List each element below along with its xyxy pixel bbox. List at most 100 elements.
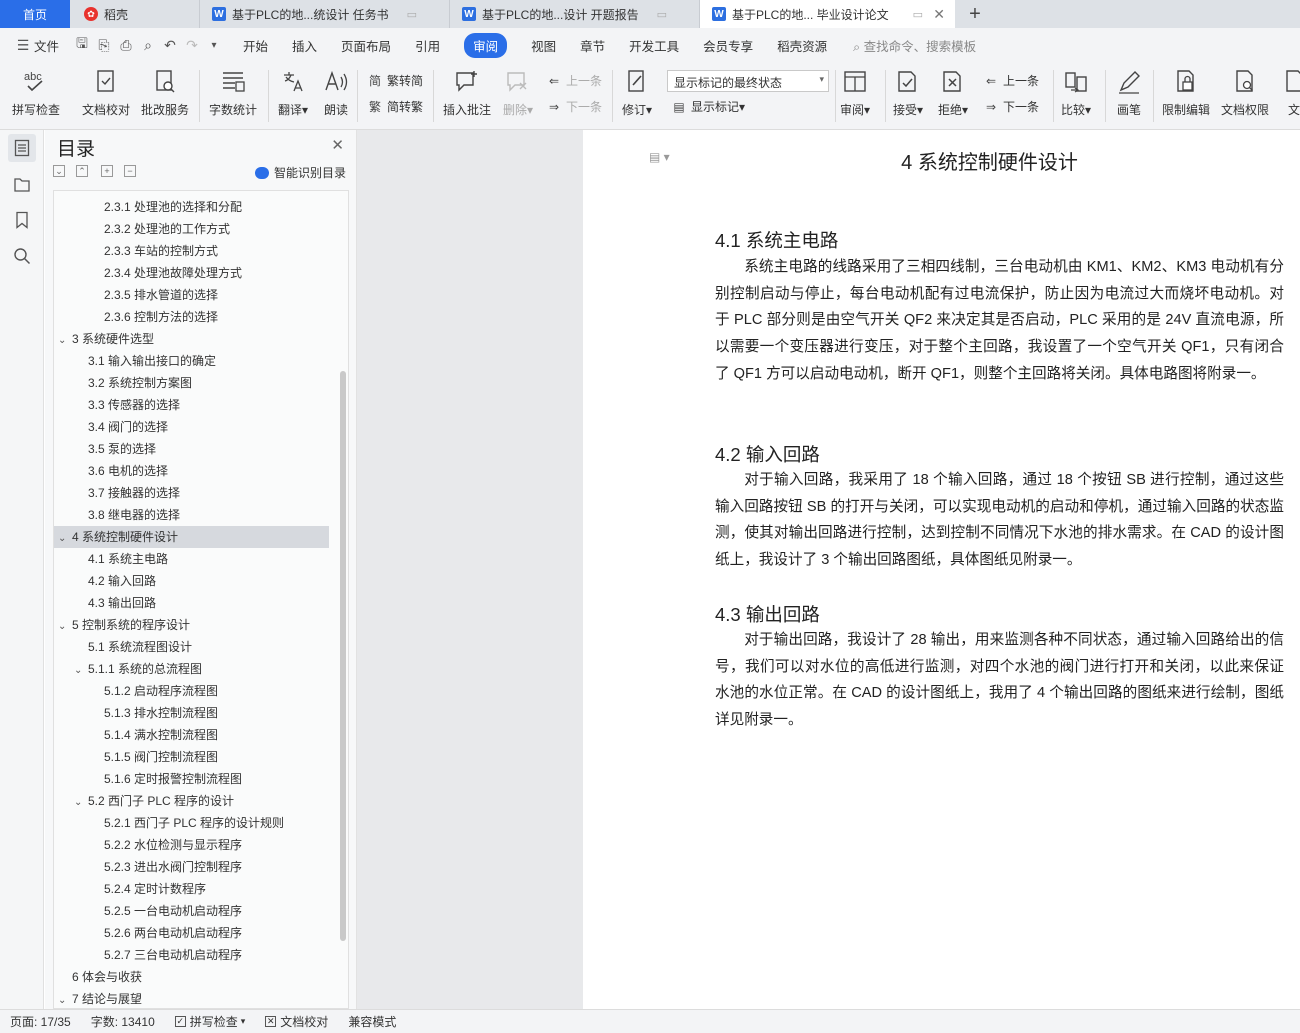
undo-icon[interactable]: ↶ [161, 36, 179, 54]
toc-item[interactable]: 5.2.4 定时计数程序 [54, 878, 329, 900]
menu-chapter[interactable]: 章节 [568, 28, 617, 62]
monitor-icon[interactable]: ▭ [913, 8, 923, 21]
review-pane-button[interactable]: 审阅▾ [840, 68, 870, 118]
wordcount-button[interactable]: 字数统计 [209, 68, 257, 118]
toc-item[interactable]: 6 体会与收获 [54, 966, 329, 988]
toc-item[interactable]: 2.3.4 处理池故障处理方式 [54, 262, 329, 284]
spellcheck-button[interactable]: abc 拼写检查 [12, 68, 60, 118]
toc-item[interactable]: 5.2.7 三台电动机启动程序 [54, 944, 329, 966]
insert-comment-button[interactable]: 插入批注 [443, 68, 491, 118]
accept-button[interactable]: 接受▾ [893, 68, 923, 118]
toc-item[interactable]: 5.1 系统流程图设计 [54, 636, 329, 658]
file-menu[interactable]: ☰ 文件 [0, 28, 71, 62]
close-icon[interactable]: ✕ [331, 136, 344, 154]
expand-level-icon[interactable]: ⌃ [76, 165, 88, 177]
monitor-icon[interactable]: ▭ [407, 8, 417, 21]
batch-service-button[interactable]: 批改服务 [141, 68, 189, 118]
prev-comment-button[interactable]: ⇐ 上一条 [546, 72, 602, 89]
chevron-down-icon[interactable]: ⌄ [58, 528, 70, 550]
toc-item[interactable]: 2.3.6 控制方法的选择 [54, 306, 329, 328]
read-aloud-button[interactable]: 朗读 [322, 68, 350, 118]
toc-item[interactable]: ⌄ 5.1.1 系统的总流程图 [54, 658, 329, 680]
toc-item[interactable]: ⌄ 5.2 西门子 PLC 程序的设计 [54, 790, 329, 812]
word-count[interactable]: 字数: 13410 [81, 1013, 165, 1030]
toc-item[interactable]: 3.4 阀门的选择 [54, 416, 329, 438]
tab-home[interactable]: 首页 [0, 0, 70, 28]
menu-review[interactable]: 审阅 [452, 28, 519, 62]
next-comment-button[interactable]: ⇒ 下一条 [546, 98, 602, 115]
close-tab-icon[interactable]: ✕ [933, 6, 945, 23]
spell-check-toggle[interactable]: ✓ 拼写检查 ▾ [165, 1013, 256, 1030]
tab-task-book[interactable]: W 基于PLC的地...统设计 任务书 ▭ [200, 0, 450, 28]
smart-toc-button[interactable]: 智能识别目录 [254, 164, 346, 181]
chevron-down-icon[interactable]: ⌄ [58, 330, 70, 352]
tab-daoke[interactable]: ✿ 稻壳 [70, 0, 200, 28]
toc-item[interactable]: 5.1.3 排水控制流程图 [54, 702, 329, 724]
toc-item[interactable]: 3.3 传感器的选择 [54, 394, 329, 416]
proofread-button[interactable]: 文档校对 [82, 68, 130, 118]
prev-change-button[interactable]: ⇐ 上一条 [983, 72, 1039, 89]
remove-heading-icon[interactable]: − [124, 165, 136, 177]
toc-item[interactable]: 4.2 输入回路 [54, 570, 329, 592]
markup-state-select[interactable]: 显示标记的最终状态 ▾ [667, 70, 829, 92]
menu-start[interactable]: 开始 [231, 28, 280, 62]
toc-item[interactable]: ⌄ 3 系统硬件选型 [54, 328, 329, 350]
menu-member[interactable]: 会员专享 [691, 28, 765, 62]
add-heading-icon[interactable]: + [101, 165, 113, 177]
translate-button[interactable]: 翻译▾ [278, 68, 308, 118]
compare-button[interactable]: 比较▾ [1061, 68, 1091, 118]
bookmark-icon[interactable] [8, 206, 36, 234]
doc-permission-button[interactable]: 文档权限 [1221, 68, 1269, 118]
export-pdf-icon[interactable]: ⎘ [95, 36, 113, 54]
save-icon[interactable]: 🖫 [73, 35, 91, 54]
toc-item[interactable]: 2.3.2 处理池的工作方式 [54, 218, 329, 240]
pen-button[interactable]: 画笔 [1115, 68, 1143, 118]
chevron-down-icon[interactable]: ▾ [205, 36, 223, 54]
toc-item[interactable]: 5.2.1 西门子 PLC 程序的设计规则 [54, 812, 329, 834]
menu-reference[interactable]: 引用 [403, 28, 452, 62]
show-markup-button[interactable]: ▤ 显示标记▾ [671, 98, 745, 115]
menu-view[interactable]: 视图 [519, 28, 568, 62]
menu-devtools[interactable]: 开发工具 [617, 28, 691, 62]
track-changes-button[interactable]: 修订▾ [622, 68, 652, 118]
trad-to-simp-button[interactable]: 简繁转简 [367, 72, 423, 89]
menu-insert[interactable]: 插入 [280, 28, 329, 62]
toc-item[interactable]: 3.2 系统控制方案图 [54, 372, 329, 394]
toc-item[interactable]: 5.1.5 阀门控制流程图 [54, 746, 329, 768]
toc-item[interactable]: ⌄ 5 控制系统的程序设计 [54, 614, 329, 636]
new-tab-button[interactable]: + [955, 0, 995, 28]
proofread-toggle[interactable]: ✕ 文档校对 [255, 1013, 338, 1030]
toc-item[interactable]: 3.1 输入输出接口的确定 [54, 350, 329, 372]
delete-comment-button[interactable]: 删除▾ [503, 68, 533, 118]
print-preview-icon[interactable]: ⌕ [139, 36, 157, 54]
toc-scrollbar[interactable] [340, 371, 346, 941]
toc-item[interactable]: 5.2.5 一台电动机启动程序 [54, 900, 329, 922]
search-icon[interactable] [8, 242, 36, 270]
toc-item[interactable]: 2.3.1 处理池的选择和分配 [54, 196, 329, 218]
tab-proposal[interactable]: W 基于PLC的地...设计 开题报告 ▭ [450, 0, 700, 28]
simp-to-trad-button[interactable]: 繁简转繁 [367, 98, 423, 115]
chapter-nav-icon[interactable] [8, 170, 36, 198]
chevron-down-icon[interactable]: ⌄ [74, 792, 86, 814]
toc-item[interactable]: 2.3.3 车站的控制方式 [54, 240, 329, 262]
more-ribbon-button[interactable]: 文 [1280, 68, 1300, 118]
document-page[interactable]: ▤ ▾ 4 系统控制硬件设计 4.1 系统主电路 系统主电路的线路采用了三相四线… [583, 130, 1300, 1009]
toc-item[interactable]: 3.5 泵的选择 [54, 438, 329, 460]
collapse-all-icon[interactable]: ⌄ [53, 165, 65, 177]
toc-panel-icon[interactable] [8, 134, 36, 162]
toc-item[interactable]: ⌄ 7 结论与展望 [54, 988, 329, 1008]
toc-item[interactable]: 4.3 输出回路 [54, 592, 329, 614]
chevron-down-icon[interactable]: ⌄ [58, 990, 70, 1008]
toc-item[interactable]: 5.2.6 两台电动机启动程序 [54, 922, 329, 944]
monitor-icon[interactable]: ▭ [657, 8, 667, 21]
toc-item[interactable]: 5.2.3 进出水阀门控制程序 [54, 856, 329, 878]
menu-layout[interactable]: 页面布局 [329, 28, 403, 62]
next-change-button[interactable]: ⇒ 下一条 [983, 98, 1039, 115]
toc-item[interactable]: 5.1.6 定时报警控制流程图 [54, 768, 329, 790]
toc-item[interactable]: 3.8 继电器的选择 [54, 504, 329, 526]
toc-item[interactable]: 2.3.5 排水管道的选择 [54, 284, 329, 306]
restrict-edit-button[interactable]: 限制编辑 [1162, 68, 1210, 118]
toc-item[interactable]: 5.2.2 水位检测与显示程序 [54, 834, 329, 856]
toc-item[interactable]: 3.7 接触器的选择 [54, 482, 329, 504]
redo-icon[interactable]: ↷ [183, 36, 201, 54]
